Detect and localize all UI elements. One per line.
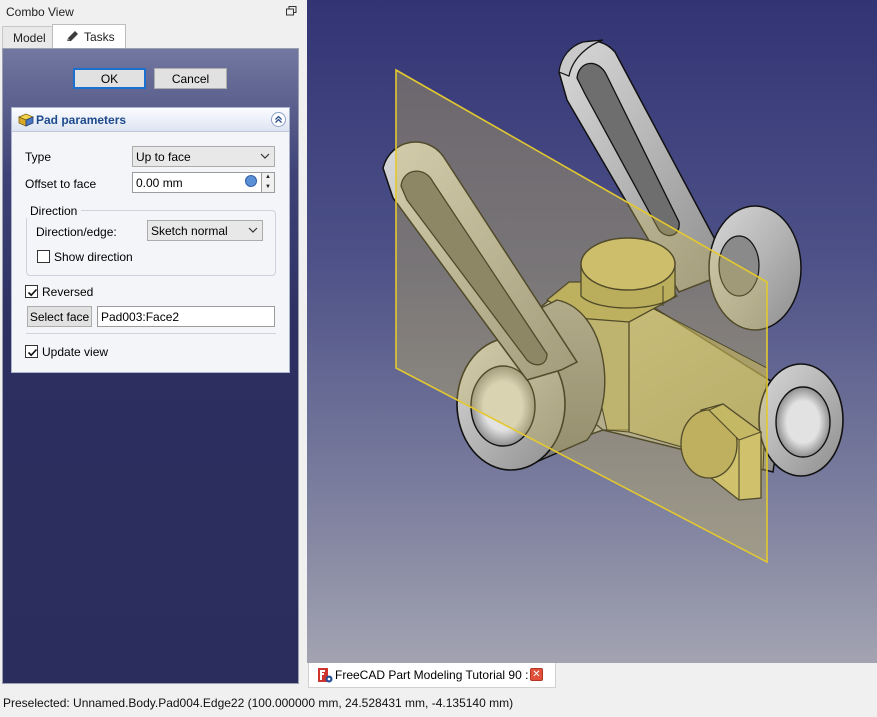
3d-viewport[interactable] — [307, 0, 877, 663]
chevron-down-icon — [260, 150, 270, 160]
offset-label: Offset to face — [25, 177, 97, 191]
offset-stepper[interactable]: ▲ ▼ — [262, 172, 275, 193]
direction-edge-value: Sketch normal — [151, 224, 228, 238]
pad-parameters-title: Pad parameters — [36, 113, 127, 127]
offset-input[interactable]: 0.00 mm — [132, 172, 262, 193]
document-tab[interactable]: FreeCAD Part Modeling Tutorial 90 : 1* ✕ — [308, 663, 556, 688]
type-select[interactable]: Up to face — [132, 146, 275, 167]
document-tab-label: FreeCAD Part Modeling Tutorial 90 : 1* — [335, 668, 544, 682]
undock-icon[interactable] — [285, 6, 297, 17]
double-chevron-up-icon[interactable] — [271, 112, 286, 127]
datum-plane[interactable] — [395, 68, 768, 564]
close-icon[interactable]: ✕ — [530, 668, 543, 681]
chevron-down-icon — [248, 224, 258, 234]
combo-view-title: Combo View — [6, 5, 74, 19]
pad-parameters-box: Pad parameters Type Up to face Offset to… — [11, 107, 290, 373]
3d-model[interactable] — [307, 0, 877, 663]
reversed-label: Reversed — [42, 285, 94, 299]
direction-edge-label: Direction/edge: — [36, 225, 117, 239]
pencil-icon — [65, 29, 80, 43]
reversed-checkbox[interactable] — [25, 285, 38, 298]
update-view-label: Update view — [42, 345, 109, 359]
status-bar: Preselected: Unnamed.Body.Pad004.Edge22 … — [0, 688, 877, 717]
tab-model[interactable]: Model — [2, 26, 57, 48]
offset-value: 0.00 mm — [136, 176, 183, 190]
update-view-checkbox[interactable] — [25, 345, 38, 358]
separator — [26, 333, 276, 334]
show-direction-label: Show direction — [54, 250, 133, 264]
tab-tasks-label: Tasks — [84, 30, 115, 44]
face-input[interactable]: Pad003:Face2 — [97, 306, 275, 327]
freecad-document-icon — [317, 667, 333, 683]
select-face-button[interactable]: Select face — [27, 306, 92, 327]
direction-group-title: Direction — [26, 204, 82, 218]
pad-parameters-header[interactable]: Pad parameters — [12, 108, 289, 132]
boss-front-right — [758, 363, 844, 477]
cancel-button[interactable]: Cancel — [154, 68, 227, 89]
step-up-icon[interactable]: ▲ — [263, 173, 273, 182]
type-select-value: Up to face — [136, 150, 191, 164]
tab-tasks[interactable]: Tasks — [52, 24, 126, 48]
direction-edge-select[interactable]: Sketch normal — [147, 220, 263, 241]
tab-model-label: Model — [13, 31, 46, 45]
expression-icon[interactable] — [245, 175, 257, 187]
show-direction-checkbox[interactable] — [37, 250, 50, 263]
ok-button[interactable]: OK — [73, 68, 146, 89]
combo-tabbar: Model Tasks — [0, 24, 302, 48]
type-label: Type — [25, 150, 52, 164]
face-value: Pad003:Face2 — [101, 310, 180, 324]
step-down-icon[interactable]: ▼ — [263, 183, 273, 192]
combo-view-panel: Combo View Model Tasks OK Cancel Pad par… — [0, 0, 305, 688]
pad-feature-icon — [17, 112, 35, 128]
document-tabbar: FreeCAD Part Modeling Tutorial 90 : 1* ✕ — [307, 663, 877, 688]
